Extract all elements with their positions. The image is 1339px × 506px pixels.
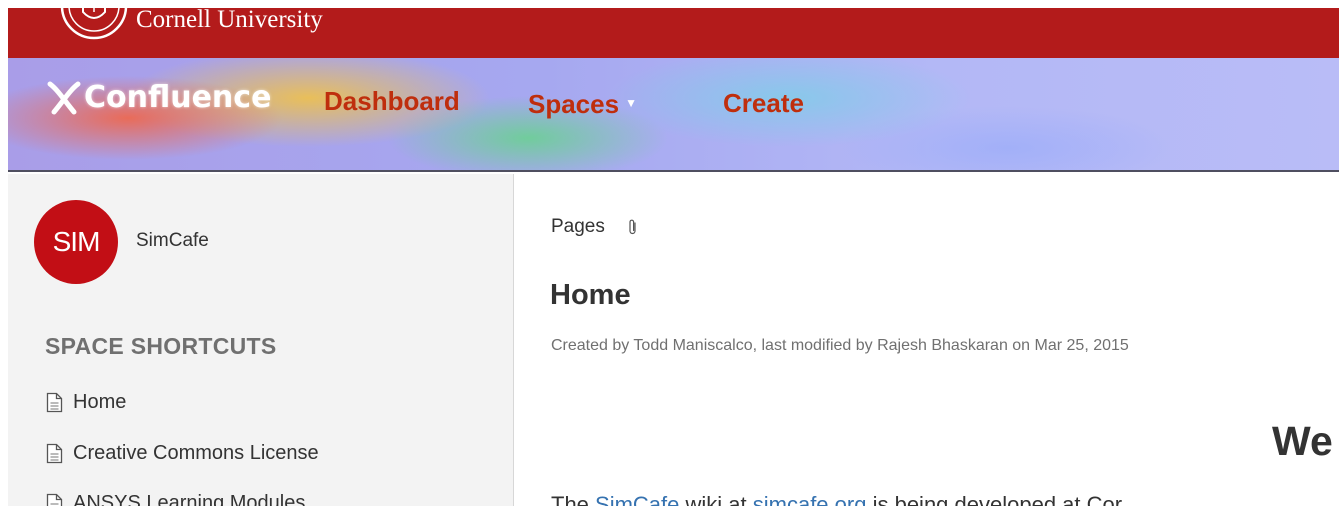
confluence-logo-icon: [47, 81, 81, 115]
paperclip-icon[interactable]: [627, 218, 639, 236]
shortcut-home[interactable]: Home: [46, 391, 126, 414]
shortcut-label: Home: [73, 391, 127, 413]
nav-create-button[interactable]: Create: [723, 88, 804, 118]
nav-spaces-menu[interactable]: Spaces ▼: [528, 88, 637, 119]
cornell-seal-icon[interactable]: [56, 8, 132, 42]
space-sidebar: SIM SimCafe SPACE SHORTCUTS Home Creativ…: [8, 174, 514, 506]
intro-text: wiki at: [679, 492, 753, 506]
cornell-university-link[interactable]: Cornell University: [136, 8, 323, 34]
nav-spaces-label: Spaces: [528, 89, 620, 119]
chevron-down-icon: ▼: [625, 96, 637, 110]
intro-text: The: [551, 492, 596, 506]
space-name-link[interactable]: SimCafe: [136, 230, 209, 252]
cornell-header: Cornell University: [8, 8, 1339, 58]
simcafe-link[interactable]: SimCafe: [595, 492, 679, 506]
intro-paragraph: The SimCafe wiki at simcafe.org is being…: [551, 492, 1122, 506]
shortcut-ansys-learning-modules[interactable]: ANSYS Learning Modules: [46, 492, 305, 506]
page-title: Home: [550, 279, 631, 311]
intro-text: is being developed at Cor: [866, 492, 1123, 506]
breadcrumb: Pages: [551, 216, 639, 238]
page-metadata: Created by Todd Maniscalco, last modifie…: [551, 337, 1129, 354]
space-shortcuts-heading: SPACE SHORTCUTS: [45, 333, 277, 359]
simcafe-org-link[interactable]: simcafe.org: [753, 492, 867, 506]
nav-dashboard-link[interactable]: Dashboard: [324, 86, 460, 116]
confluence-logo[interactable]: Confluence: [44, 80, 271, 116]
page-icon: [46, 493, 63, 506]
page-icon: [46, 392, 63, 413]
breadcrumb-pages-link[interactable]: Pages: [551, 216, 605, 238]
shortcut-label: ANSYS Learning Modules: [73, 492, 306, 506]
welcome-heading: We: [1272, 418, 1333, 464]
confluence-header: Confluence Dashboard Spaces ▼ Create: [8, 58, 1339, 172]
confluence-logo-text: Confluence: [84, 80, 272, 115]
page-icon: [46, 443, 63, 464]
space-avatar[interactable]: SIM: [34, 200, 118, 284]
page-content: Pages Home Created by Todd Maniscalco, l…: [515, 174, 1339, 506]
shortcut-creative-commons-license[interactable]: Creative Commons License: [46, 442, 319, 465]
shortcut-label: Creative Commons License: [73, 442, 319, 464]
